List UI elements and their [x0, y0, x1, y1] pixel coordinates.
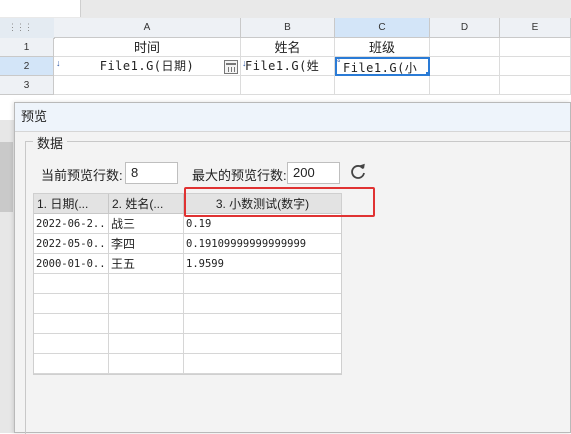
table-empty-cell	[184, 354, 341, 374]
table-row-2-date[interactable]: 2022-05-0...	[34, 234, 109, 254]
preview-table: 1. 日期(... 2. 姓名(... 3. 小数测试(数字) 2022-06-…	[33, 193, 342, 375]
table-empty-cell	[109, 294, 184, 314]
cell-c1[interactable]: 班级	[335, 38, 430, 57]
table-empty-cell	[34, 274, 109, 294]
column-header-d[interactable]: D	[430, 18, 500, 38]
preview-dialog: 预览 数据 当前预览行数: 8 最大的预览行数: 200 1. 日期(... 2…	[14, 102, 571, 434]
table-empty-cell	[34, 314, 109, 334]
table-row-3-value[interactable]: 1.9599	[184, 254, 341, 274]
table-empty-cell	[34, 294, 109, 314]
row-header-1[interactable]: 1	[0, 38, 54, 57]
row-header-3[interactable]: 3	[0, 76, 54, 95]
side-panel-block	[0, 142, 13, 212]
expand-arrow-icon: ↓	[56, 58, 61, 68]
cell-a2[interactable]: File1.G(日期)	[54, 57, 241, 76]
refresh-icon[interactable]	[348, 162, 368, 182]
cell-e1[interactable]	[500, 38, 571, 57]
table-empty-cell	[109, 314, 184, 334]
cell-a1[interactable]: 时间	[54, 38, 241, 57]
table-header-name[interactable]: 2. 姓名(...	[109, 194, 184, 214]
cell-c3[interactable]	[335, 76, 430, 95]
column-header-b[interactable]: B	[241, 18, 335, 38]
spreadsheet-grid: ⋮⋮⋮ A B C D E 1 2 3 时间 姓名 班级 File1.G(日期)…	[0, 18, 571, 108]
cell-c2-selected[interactable]: File1.G(小	[335, 57, 430, 76]
table-empty-cell	[184, 274, 341, 294]
column-header-e[interactable]: E	[500, 18, 571, 38]
sheet-tab[interactable]	[0, 0, 81, 17]
table-empty-cell	[184, 334, 341, 354]
table-row-1-value[interactable]: 0.19	[184, 214, 341, 234]
cell-a3[interactable]	[54, 76, 241, 95]
side-panel	[0, 120, 15, 433]
table-row-3-name[interactable]: 王五	[109, 254, 184, 274]
cell-b2[interactable]: File1.G(姓	[241, 57, 335, 76]
column-header-c[interactable]: C	[335, 18, 430, 38]
current-rows-input[interactable]: 8	[125, 162, 178, 184]
table-empty-cell	[109, 334, 184, 354]
cell-b3[interactable]	[241, 76, 335, 95]
cell-d2[interactable]	[430, 57, 500, 76]
table-row-2-name[interactable]: 李四	[109, 234, 184, 254]
max-rows-input[interactable]: 200	[287, 162, 340, 184]
cell-e2[interactable]	[500, 57, 571, 76]
cell-d3[interactable]	[430, 76, 500, 95]
column-header-a[interactable]: A	[54, 18, 241, 38]
toolbar-strip	[0, 0, 571, 19]
max-rows-label: 最大的预览行数:	[192, 168, 287, 183]
table-row-3-date[interactable]: 2000-01-0...	[34, 254, 109, 274]
cell-b1[interactable]: 姓名	[241, 38, 335, 57]
group-title: 数据	[33, 133, 68, 152]
calendar-icon[interactable]	[224, 60, 238, 74]
table-row-1-name[interactable]: 战三	[109, 214, 184, 234]
row-header-2[interactable]: 2	[0, 57, 54, 76]
dialog-title: 预览	[15, 103, 570, 132]
table-header-date[interactable]: 1. 日期(...	[34, 194, 109, 214]
cell-d1[interactable]	[430, 38, 500, 57]
table-empty-cell	[34, 354, 109, 374]
table-row-2-value[interactable]: 0.19109999999999999	[184, 234, 341, 254]
expand-arrow-icon: °	[337, 58, 341, 68]
expand-arrow-icon: ↓	[242, 58, 247, 68]
table-empty-cell	[109, 274, 184, 294]
highlight-box	[184, 187, 375, 217]
table-empty-cell	[184, 314, 341, 334]
table-empty-cell	[184, 294, 341, 314]
select-all-corner[interactable]: ⋮⋮⋮	[0, 18, 55, 39]
table-row-1-date[interactable]: 2022-06-2...	[34, 214, 109, 234]
cell-e3[interactable]	[500, 76, 571, 95]
table-empty-cell	[34, 334, 109, 354]
table-empty-cell	[109, 354, 184, 374]
current-rows-label: 当前预览行数:	[41, 168, 123, 183]
